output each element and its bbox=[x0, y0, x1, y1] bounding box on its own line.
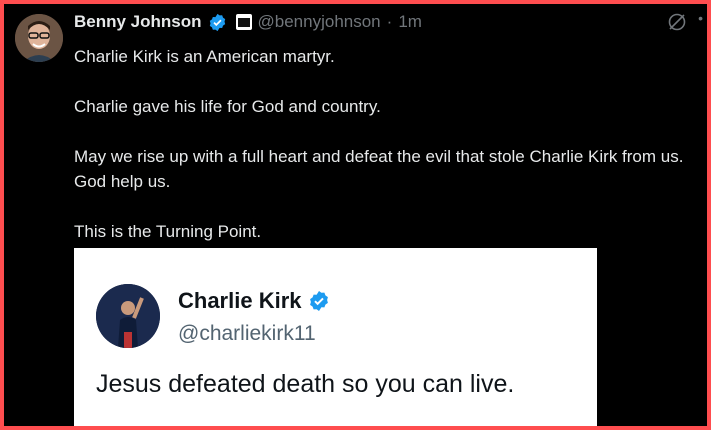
post-header: Benny Johnson @bennyjohnson · 1m bbox=[74, 10, 684, 34]
post-paragraph: Charlie gave his life for God and countr… bbox=[74, 97, 381, 116]
grok-icon[interactable] bbox=[667, 12, 687, 32]
timestamp[interactable]: 1m bbox=[398, 12, 422, 32]
more-dots-icon[interactable]: • bbox=[698, 10, 703, 26]
embedded-author-avatar bbox=[96, 284, 160, 348]
affiliate-badge-icon bbox=[235, 14, 252, 30]
embedded-author-name-text: Charlie Kirk bbox=[178, 288, 302, 313]
author-name[interactable]: Benny Johnson bbox=[74, 12, 202, 32]
author-avatar[interactable] bbox=[15, 14, 63, 62]
post-text: Charlie Kirk is an American martyr. Char… bbox=[74, 44, 694, 244]
embedded-author-name: Charlie Kirk bbox=[178, 288, 330, 314]
author-handle[interactable]: @bennyjohnson bbox=[258, 12, 381, 32]
verified-badge-icon bbox=[309, 291, 328, 311]
embedded-post-text: Jesus defeated death so you can live. bbox=[96, 370, 515, 398]
embedded-post-image[interactable]: Charlie Kirk @charliekirk11 Jesus defeat… bbox=[74, 248, 597, 426]
separator: · bbox=[386, 12, 393, 31]
post-paragraph: May we rise up with a full heart and def… bbox=[74, 147, 684, 191]
embedded-author-handle: @charliekirk11 bbox=[178, 322, 316, 345]
verified-badge-icon bbox=[209, 13, 225, 31]
post-paragraph: This is the Turning Point. bbox=[74, 222, 262, 241]
tweet-card: Benny Johnson @bennyjohnson · 1m • Charl… bbox=[4, 4, 707, 426]
post-paragraph: Charlie Kirk is an American martyr. bbox=[74, 47, 335, 66]
